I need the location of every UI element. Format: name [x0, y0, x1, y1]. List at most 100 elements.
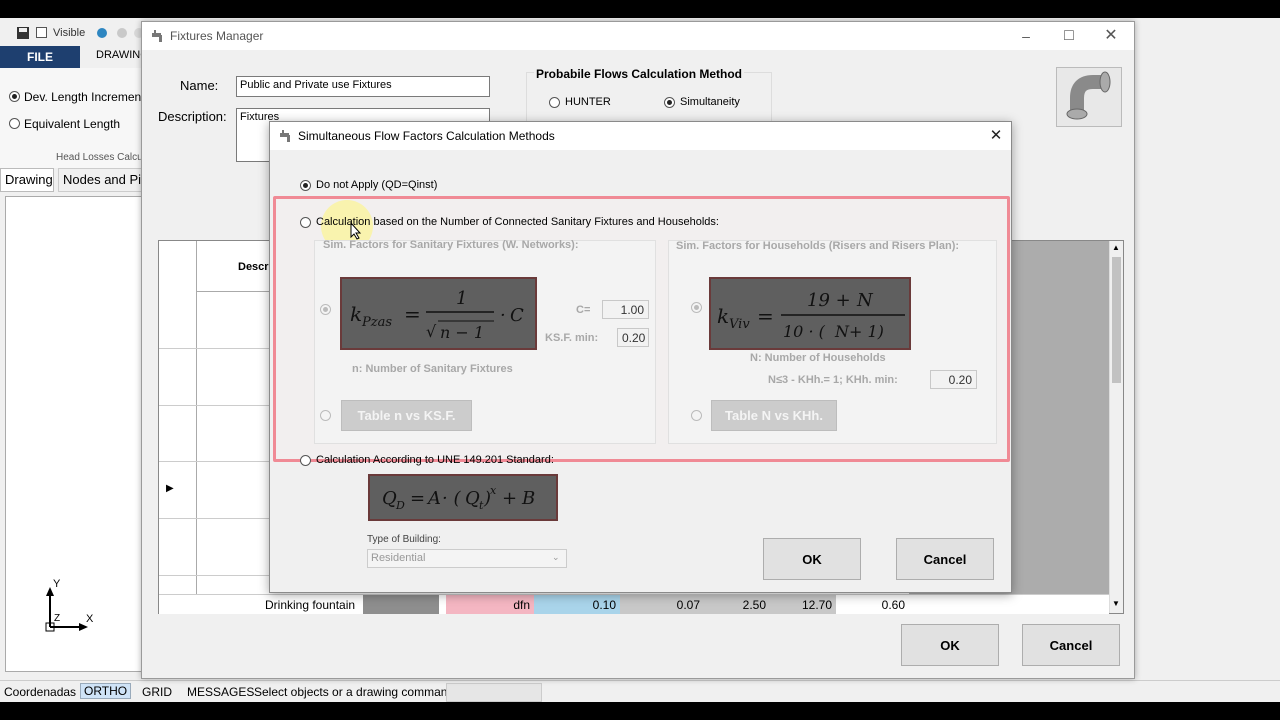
maximize-button[interactable]: □ [1059, 26, 1079, 46]
save-icon[interactable] [16, 26, 30, 40]
dev-length-label: Dev. Length Increment: [24, 90, 148, 104]
ribbon-panel: Dev. Length Increment: Equivalent Length… [0, 68, 150, 169]
tab-drawing[interactable]: Drawing [0, 168, 54, 192]
svg-text:10 · (: 10 · ( [783, 322, 826, 341]
fixtures-ok-button[interactable]: OK [901, 624, 999, 666]
svg-text:· (: · ( [442, 488, 461, 509]
connected-fixtures-radio[interactable] [300, 217, 311, 228]
x-axis-label: X [86, 613, 94, 625]
svg-text:x: x [490, 484, 497, 497]
drawing-canvas[interactable]: Y X Z [5, 196, 147, 672]
chevron-down-icon: ⌄ [552, 552, 560, 562]
table-n-button[interactable]: Table n vs KS.F. [341, 400, 472, 431]
hunter-label: HUNTER [565, 96, 611, 108]
households-panel-title: Sim. Factors for Households (Risers and … [676, 240, 960, 252]
z-axis-label: Z [54, 613, 61, 624]
svg-text:+: + [502, 488, 517, 509]
table-N-button[interactable]: Table N vs KHh. [711, 400, 837, 431]
svg-text:Q: Q [382, 488, 397, 509]
table-n-radio[interactable] [320, 410, 331, 421]
c-field[interactable]: 1.00 [602, 300, 649, 319]
building-type-select[interactable]: Residential ⌄ [367, 549, 567, 568]
command-input[interactable] [446, 683, 542, 702]
svg-text:19 +: 19 + [807, 290, 851, 311]
une-standard-radio[interactable] [300, 455, 311, 466]
description-label: Description: [158, 109, 227, 124]
sanitary-formula-radio[interactable] [320, 304, 331, 315]
scroll-thumb[interactable] [1112, 257, 1121, 383]
sanitary-panel-title: Sim. Factors for Sanitary Fixtures (W. N… [323, 239, 579, 251]
ortho-toggle[interactable]: ORTHO [80, 683, 132, 699]
row-header-column [159, 241, 197, 613]
svg-text:=: = [757, 304, 774, 328]
dialog-cancel-button[interactable]: Cancel [896, 538, 994, 580]
dialog-titlebar: Simultaneous Flow Factors Calculation Me… [270, 122, 1011, 150]
svg-text:Viv: Viv [729, 317, 750, 332]
fixtures-manager-titlebar: Fixtures Manager – □ ✕ [142, 22, 1134, 50]
svg-text:=: = [410, 488, 425, 509]
svg-text:Pzas: Pzas [361, 315, 392, 330]
file-tab[interactable]: FILE [0, 46, 80, 68]
value-cell[interactable]: 0.60 [836, 595, 909, 614]
une-standard-label: Calculation According to UNE 149.201 Sta… [316, 454, 554, 466]
undo-icon[interactable] [115, 26, 129, 40]
households-formula-radio[interactable] [691, 302, 702, 313]
faucet-icon [152, 30, 162, 42]
table-row[interactable]: Drinking fountain dfn 0.10 0.07 2.50 12.… [159, 594, 1109, 614]
khh-min-field[interactable]: 0.20 [930, 370, 977, 389]
dialog-close-button[interactable]: ✕ [986, 126, 1006, 146]
ucs-axis-icon [45, 587, 88, 632]
svg-text:√: √ [426, 322, 437, 341]
fixture-code-cell[interactable]: dfn [446, 595, 534, 614]
status-coordinates: Coordenadas [4, 685, 77, 699]
svg-text:B: B [521, 488, 535, 509]
value-cell[interactable]: 0.07 [620, 595, 704, 614]
sanitary-formula-image: k Pzas = 1 √ n − 1 · C [340, 277, 537, 350]
hunter-radio[interactable] [549, 97, 560, 108]
name-field[interactable]: Public and Private use Fixtures [236, 76, 490, 97]
messages-toggle[interactable]: MESSAGES [187, 685, 254, 699]
grid-toggle[interactable]: GRID [142, 685, 172, 699]
equivalent-length-label: Equivalent Length [24, 117, 121, 131]
dialog-ok-button[interactable]: OK [763, 538, 861, 580]
layer-icon[interactable] [95, 26, 109, 40]
households-number-note: N: Number of Households [750, 352, 886, 364]
do-not-apply-radio[interactable] [300, 180, 311, 191]
value-cell[interactable]: 12.70 [770, 595, 836, 614]
svg-text:C: C [510, 305, 524, 326]
fixtures-cancel-button[interactable]: Cancel [1022, 624, 1120, 666]
y-axis-label: Y [53, 578, 61, 590]
table-N-radio[interactable] [691, 410, 702, 421]
grid-vertical-scrollbar[interactable]: ▲ ▼ [1109, 241, 1123, 613]
equivalent-length-radio[interactable] [9, 118, 20, 129]
svg-text:+ 1): + 1) [849, 322, 884, 341]
do-not-apply-label: Do not Apply (QD=Qinst) [316, 179, 438, 191]
description-header-text: Descri [238, 261, 272, 273]
simultaneity-label: Simultaneity [680, 96, 740, 108]
connected-fixtures-label: Calculation based on the Number of Conne… [316, 216, 719, 228]
une-formula-image: Q D = A · ( Q t ) x + B [368, 474, 558, 521]
ksf-min-field[interactable]: 0.20 [617, 328, 649, 347]
svg-text:Q: Q [465, 488, 480, 509]
minimize-button[interactable]: – [1016, 26, 1036, 46]
document-tabs: Drawing Nodes and Pip [0, 168, 150, 194]
scroll-down-icon[interactable]: ▼ [1112, 599, 1120, 608]
fixture-name-cell: Drinking fountain [265, 598, 356, 612]
building-type-label: Type of Building: [367, 534, 441, 545]
fixture-image[interactable] [1056, 67, 1122, 127]
tab-nodes-and-pipes[interactable]: Nodes and Pip [58, 168, 150, 192]
visible-checkbox[interactable] [36, 27, 47, 38]
flow-cell[interactable]: 0.10 [534, 595, 620, 614]
ksf-min-label: KS.F. min: [545, 332, 599, 344]
faucet-icon [280, 130, 290, 142]
svg-text:A: A [426, 488, 441, 509]
quick-access-toolbar: Visible [0, 18, 150, 48]
dev-length-radio[interactable] [9, 91, 20, 102]
simultaneous-flow-dialog: Simultaneous Flow Factors Calculation Me… [269, 121, 1012, 593]
visible-label: Visible [53, 27, 86, 39]
scroll-up-icon[interactable]: ▲ [1112, 243, 1120, 252]
simultaneity-radio[interactable] [664, 97, 675, 108]
close-button[interactable]: ✕ [1101, 26, 1121, 46]
value-cell[interactable]: 2.50 [704, 595, 770, 614]
command-prompt: Select objects or a drawing command [254, 685, 455, 699]
